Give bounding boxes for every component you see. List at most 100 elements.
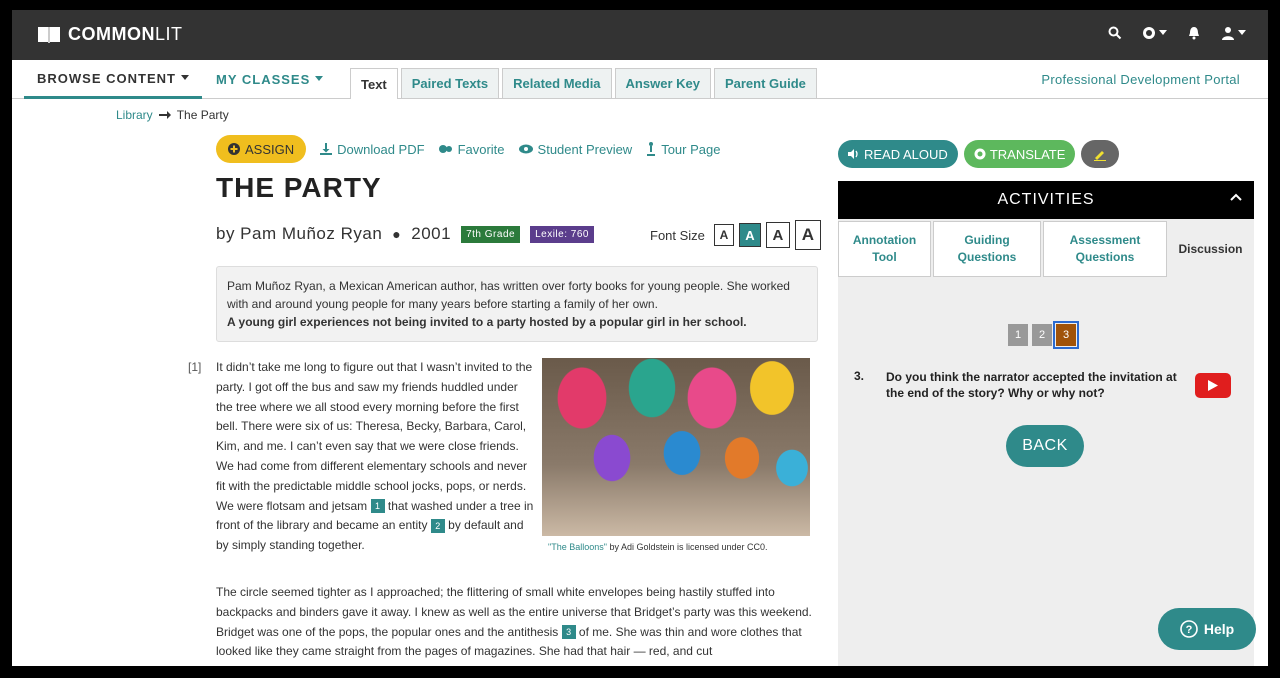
font-size-small[interactable]: A (713, 224, 734, 246)
tab-discussion[interactable]: Discussion (1169, 221, 1252, 277)
read-aloud-button[interactable]: READ ALOUD (838, 140, 958, 168)
paragraph-number: [1] (188, 360, 202, 374)
paragraph-1: It didn’t take me long to figure out tha… (216, 358, 534, 556)
browse-content-label: BROWSE CONTENT (37, 70, 176, 86)
tab-annotation-tool[interactable]: Annotation Tool (838, 221, 931, 277)
font-size-control: Font Size A A A A (650, 220, 821, 250)
tour-page-link[interactable]: Tour Page (646, 142, 720, 157)
tab-assessment-questions[interactable]: Assessment Questions (1043, 221, 1167, 277)
play-icon (1208, 380, 1218, 391)
question-page-1[interactable]: 1 (1008, 324, 1028, 346)
tab-text[interactable]: Text (350, 68, 398, 99)
arrow-right-icon (158, 111, 171, 119)
year: 2001 (411, 224, 452, 243)
question-page-3[interactable]: 3 (1053, 321, 1079, 349)
chevron-down-icon (180, 75, 189, 80)
read-aloud-label: READ ALOUD (864, 146, 948, 162)
assign-label: ASSIGN (245, 141, 295, 157)
top-icons (1108, 26, 1246, 40)
download-pdf-label: Download PDF (337, 141, 425, 157)
globe-icon (974, 148, 986, 160)
chevron-up-icon (1230, 193, 1242, 201)
font-size-xlarge[interactable]: A (794, 220, 821, 250)
commonlit-logo[interactable]: COMMONLIT (38, 24, 183, 45)
breadcrumb-library[interactable]: Library (116, 108, 153, 122)
tab-parent-guide[interactable]: Parent Guide (713, 68, 817, 98)
grade-badge: 7th Grade (461, 225, 521, 243)
tour-page-label: Tour Page (661, 141, 721, 157)
annotation-marker-2[interactable]: 2 (430, 519, 445, 534)
question-number: 3. (854, 369, 865, 383)
plus-circle-icon (228, 143, 240, 155)
question-pagination: 1 2 3 (1008, 321, 1079, 349)
favorite-label: Favorite (457, 141, 505, 157)
annotation-marker-1[interactable]: 1 (370, 499, 385, 514)
font-size-medium[interactable]: A (738, 223, 761, 247)
globe-icon[interactable] (1142, 26, 1167, 40)
student-preview-link[interactable]: Student Preview (518, 141, 633, 157)
lexile-badge: Lexile: 760 (530, 225, 594, 243)
balloons-image (542, 358, 810, 536)
bell-icon[interactable] (1187, 26, 1201, 40)
logo-text-light: LIT (155, 24, 183, 44)
top-bar: COMMONLIT (12, 10, 1268, 60)
text-toolbar: ASSIGN Download PDF Favorite Student Pre… (216, 135, 720, 163)
help-label: Help (1203, 621, 1235, 637)
translate-button[interactable]: TRANSLATE (963, 140, 1076, 168)
student-preview-label: Student Preview (537, 141, 633, 157)
image-caption: "The Balloons" by Adi Goldstein is licen… (548, 542, 768, 552)
pd-portal-link[interactable]: Professional Development Portal (1041, 72, 1240, 87)
paragraph-2: The circle seemed tighter as I approache… (216, 583, 812, 662)
intro-summary: A young girl experiences not being invit… (227, 315, 747, 329)
font-size-large[interactable]: A (765, 222, 790, 248)
download-pdf-link[interactable]: Download PDF (320, 141, 425, 157)
browse-content-menu[interactable]: BROWSE CONTENT (24, 60, 202, 99)
highlighter-button[interactable] (1081, 140, 1120, 168)
content-tabs: Text Paired Texts Related Media Answer K… (350, 68, 817, 99)
paragraph-1-part-a: It didn’t take me long to figure out tha… (216, 360, 533, 513)
font-size-label: Font Size (650, 227, 705, 243)
user-icon[interactable] (1221, 26, 1246, 40)
logo-text-bold: COMMON (68, 24, 155, 44)
breadcrumb: Library The Party (116, 108, 229, 122)
nav-bar: BROWSE CONTENT MY CLASSES Text Paired Te… (12, 60, 1268, 99)
assign-button[interactable]: ASSIGN (216, 135, 307, 163)
byline: by Pam Muñoz Ryan ● 2001 7th Grade Lexil… (216, 224, 594, 244)
activities-header[interactable]: ACTIVITIES (838, 181, 1254, 219)
favorite-link[interactable]: Favorite (438, 141, 505, 157)
person-walking-icon (647, 142, 656, 156)
youtube-button[interactable] (1195, 373, 1231, 398)
translate-label: TRANSLATE (989, 146, 1066, 162)
back-button[interactable]: BACK (1006, 425, 1084, 467)
question-text: Do you think the narrator accepted the i… (886, 370, 1177, 400)
side-action-buttons: READ ALOUD TRANSLATE (838, 140, 1120, 168)
chevron-down-icon (1238, 30, 1246, 35)
intro-box: Pam Muñoz Ryan, a Mexican American autho… (216, 266, 818, 342)
my-classes-label: MY CLASSES (216, 71, 311, 87)
intro-text: Pam Muñoz Ryan, a Mexican American autho… (227, 279, 790, 311)
favorite-icon (438, 145, 452, 153)
search-icon[interactable] (1108, 26, 1122, 40)
tab-answer-key[interactable]: Answer Key (614, 68, 711, 98)
my-classes-menu[interactable]: MY CLASSES (216, 60, 324, 98)
tab-paired-texts[interactable]: Paired Texts (400, 68, 500, 98)
activities-tabs: Annotation Tool Guiding Questions Assess… (838, 221, 1254, 277)
bullet-dot: ● (392, 226, 402, 242)
speaker-icon (848, 149, 858, 159)
tab-guiding-questions[interactable]: Guiding Questions (933, 221, 1041, 277)
chevron-down-icon (315, 76, 324, 81)
help-button[interactable]: ? Help (1158, 608, 1256, 650)
eye-icon (518, 144, 533, 154)
author: by Pam Muñoz Ryan (216, 224, 383, 243)
question-page-2[interactable]: 2 (1032, 324, 1052, 346)
book-icon (38, 26, 60, 43)
question-circle-icon: ? (1180, 620, 1198, 638)
annotation-marker-3[interactable]: 3 (561, 625, 576, 640)
text-title: THE PARTY (216, 172, 382, 203)
caption-link[interactable]: "The Balloons" (548, 542, 607, 552)
activities-panel: ACTIVITIES Annotation Tool Guiding Quest… (838, 181, 1254, 666)
caption-text: by Adi Goldstein is licensed under CC0. (609, 542, 768, 552)
svg-text:?: ? (1185, 624, 1192, 636)
tab-related-media[interactable]: Related Media (502, 68, 612, 98)
download-icon (320, 143, 333, 155)
